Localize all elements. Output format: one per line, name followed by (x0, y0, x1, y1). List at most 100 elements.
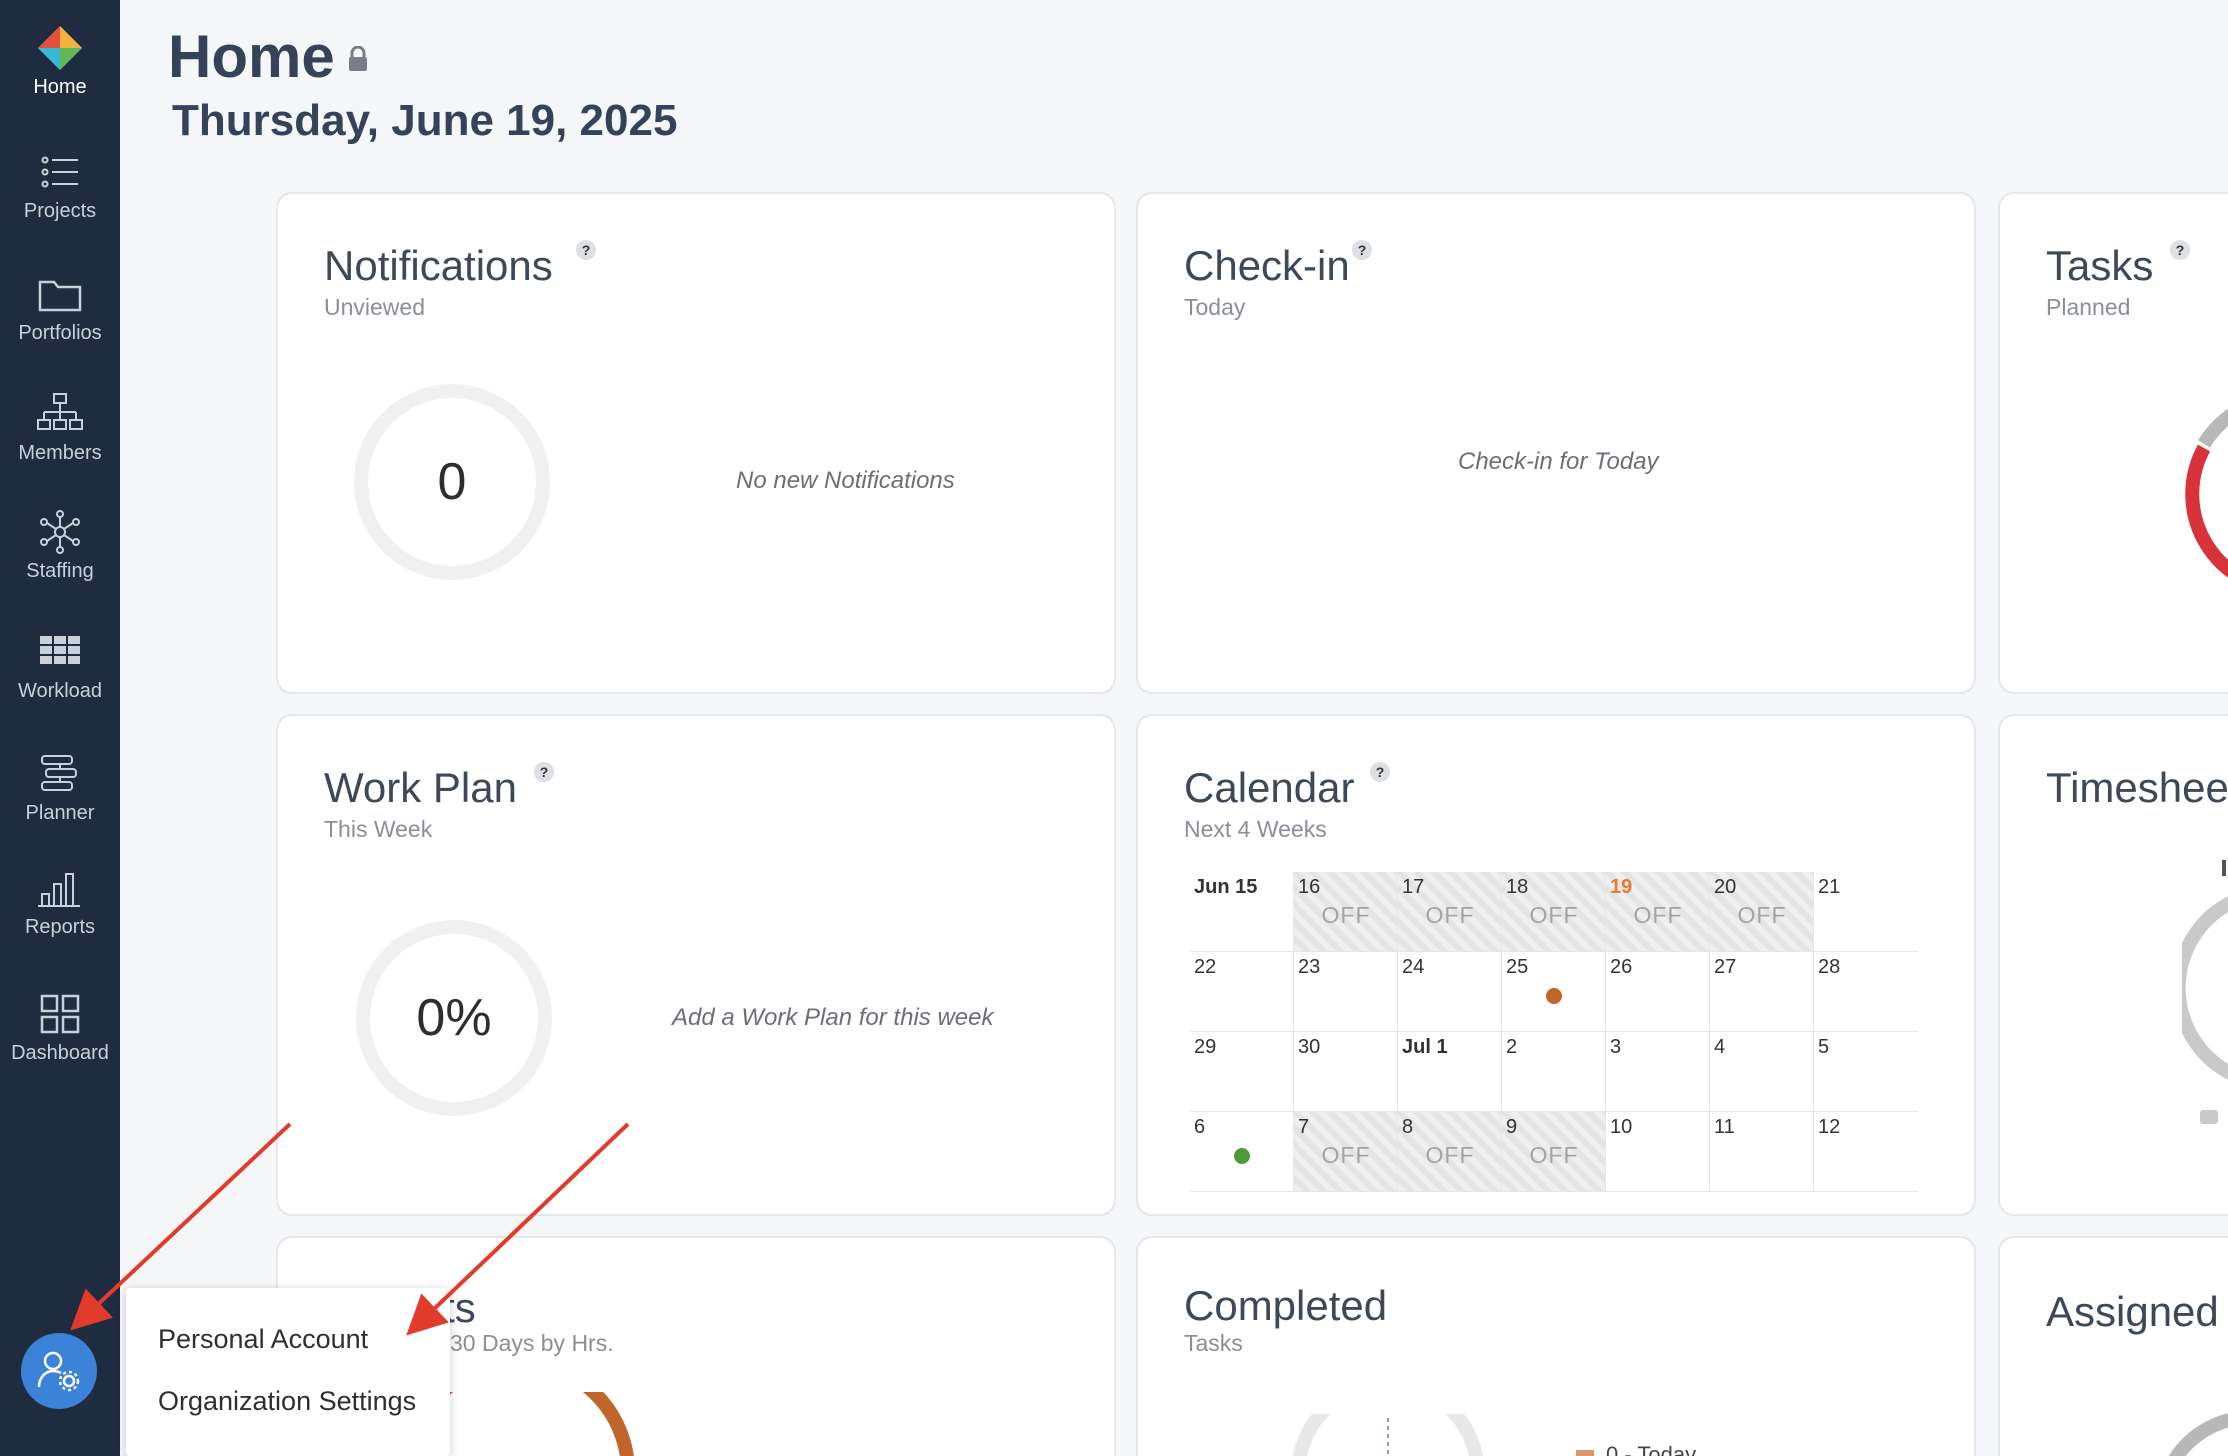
sidebar-item-label: Staffing (26, 560, 94, 582)
calendar-day-number: 29 (1194, 1036, 1217, 1058)
calendar-day-number: 26 (1610, 956, 1633, 978)
calendar-day[interactable]: 6 (1190, 1112, 1294, 1192)
completed-ring (1292, 1414, 1484, 1456)
card-subtitle: This Week (324, 816, 433, 842)
calendar-day[interactable]: Jul 1 (1398, 1032, 1502, 1112)
legend-label: 0 - Today (1606, 1442, 1697, 1456)
calendar-day-number: 3 (1610, 1036, 1622, 1058)
calendar-event-dot[interactable] (1234, 1148, 1250, 1164)
calendar-off-label: OFF (1529, 1142, 1579, 1168)
calendar-off-label: OFF (1529, 902, 1579, 928)
workplan-ring: 0% (356, 920, 552, 1116)
calendar-day[interactable]: 2 (1502, 1032, 1606, 1112)
card-title: Completed (1184, 1282, 1388, 1329)
settings-button[interactable] (21, 1333, 97, 1409)
sidebar-item-reports[interactable]: Reports (0, 864, 120, 939)
calendar-day-number: Jul 1 (1402, 1036, 1448, 1058)
planner-icon (41, 755, 77, 791)
card-subtitle: Today (1184, 294, 1246, 320)
calendar-day[interactable]: 29 (1190, 1032, 1294, 1112)
calendar-day-number: Jun 15 (1194, 876, 1258, 898)
grid-icon (40, 636, 80, 664)
page-date: Thursday, June 19, 2025 (172, 96, 678, 145)
tasks-card[interactable]: Tasks ? Planned (1998, 192, 2228, 694)
calendar-day[interactable]: 11 (1710, 1112, 1814, 1192)
help-icon[interactable]: ? (1352, 240, 1372, 260)
sidebar-item-dashboard[interactable]: Dashboard (0, 990, 120, 1065)
menu-item-organization-settings[interactable]: Organization Settings (158, 1386, 416, 1417)
card-title: Tasks (2046, 242, 2154, 289)
calendar-day-number: 25 (1506, 956, 1529, 978)
calendar-day[interactable]: 5 (1814, 1032, 1918, 1112)
calendar-day[interactable]: 3 (1606, 1032, 1710, 1112)
calendar-event-dot[interactable] (1546, 988, 1562, 1004)
calendar-day[interactable]: 22 (1190, 952, 1294, 1032)
assigned-card[interactable]: Assigned (1998, 1236, 2228, 1456)
empty-message: No new Notifications (736, 467, 955, 494)
sidebar-item-label: Projects (23, 200, 97, 222)
notifications-count: 0 (437, 453, 467, 511)
timesheet-card[interactable]: Timeshee (1998, 714, 2228, 1216)
calendar-day[interactable]: 24 (1398, 952, 1502, 1032)
calendar-day[interactable]: 19 OFF (1606, 872, 1710, 952)
checkin-card[interactable]: Check-in ? Today Check-in for Today (1136, 192, 1976, 694)
sidebar-item-workload[interactable]: Workload (0, 628, 120, 703)
calendar-day[interactable]: 21 (1814, 872, 1918, 952)
completed-card[interactable]: Completed Tasks 0 - Today (1136, 1236, 1976, 1456)
calendar-day[interactable]: 9 OFF (1502, 1112, 1606, 1192)
legend-swatch (1576, 1450, 1594, 1456)
calendar-day[interactable]: 28 (1814, 952, 1918, 1032)
calendar-day-number: 30 (1298, 1036, 1321, 1058)
calendar-day[interactable]: 10 (1606, 1112, 1710, 1192)
calendar-card[interactable]: Calendar ? Next 4 Weeks Jun 15 16 OFF 17 OFF… (1136, 714, 1976, 1216)
sidebar-item-home[interactable]: Home (0, 24, 120, 99)
sidebar-item-projects[interactable]: Projects (0, 148, 120, 223)
list-icon (41, 156, 78, 188)
calendar-day[interactable]: 4 (1710, 1032, 1814, 1112)
calendar-day[interactable]: 12 (1814, 1112, 1918, 1192)
calendar-day[interactable]: 17 OFF (1398, 872, 1502, 952)
calendar-day-number: 12 (1818, 1116, 1841, 1138)
calendar-day[interactable]: 27 (1710, 952, 1814, 1032)
notifications-ring: 0 (354, 384, 550, 580)
card-title: Check-in (1184, 242, 1350, 289)
calendar-day[interactable]: 20 OFF (1710, 872, 1814, 952)
calendar-day[interactable]: 16 OFF (1294, 872, 1398, 952)
notifications-card[interactable]: Notifications ? Unviewed 0 No new Notifi… (276, 192, 1116, 694)
card-title: Notifications (324, 242, 553, 289)
sidebar-item-members[interactable]: Members (0, 390, 120, 465)
calendar-day[interactable]: 25 (1502, 952, 1606, 1032)
org-chart-icon (37, 393, 83, 430)
calendar-day[interactable]: 8 OFF (1398, 1112, 1502, 1192)
user-settings-icon (37, 1351, 80, 1392)
calendar-day-number: 16 (1298, 876, 1321, 898)
sidebar-item-planner[interactable]: Planner (0, 750, 120, 825)
help-icon[interactable]: ? (534, 762, 554, 782)
menu-item-personal-account[interactable]: Personal Account (158, 1324, 368, 1355)
help-icon[interactable]: ? (576, 240, 596, 260)
help-icon[interactable]: ? (1370, 762, 1390, 782)
calendar-off-label: OFF (1737, 902, 1787, 928)
calendar-day[interactable]: 18 OFF (1502, 872, 1606, 952)
card-subtitle: Tasks (1184, 1330, 1243, 1356)
network-icon (40, 510, 80, 554)
calendar-day[interactable]: 7 OFF (1294, 1112, 1398, 1192)
add-workplan-link[interactable]: Add a Work Plan for this week (672, 1004, 993, 1032)
sidebar-item-portfolios[interactable]: Portfolios (0, 270, 120, 345)
sidebar-item-staffing[interactable]: Staffing (0, 508, 120, 583)
calendar-day[interactable]: 26 (1606, 952, 1710, 1032)
calendar-day-number: 24 (1402, 956, 1425, 978)
sidebar-item-label: Portfolios (18, 322, 102, 344)
card-title: Timeshee (2046, 764, 2228, 811)
calendar-day[interactable]: 30 (1294, 1032, 1398, 1112)
calendar-off-label: OFF (1321, 1142, 1371, 1168)
workplan-card[interactable]: Work Plan ? This Week 0% Add a Work Plan… (276, 714, 1116, 1216)
checkin-link[interactable]: Check-in for Today (1458, 448, 1659, 476)
page-title: Home (168, 23, 335, 90)
calendar-day[interactable]: 23 (1294, 952, 1398, 1032)
calendar-day[interactable]: Jun 15 (1190, 872, 1294, 952)
card-title: Work Plan (324, 764, 517, 811)
help-icon[interactable]: ? (2170, 240, 2190, 260)
bar-chart-icon (38, 873, 80, 907)
calendar-day-number: 22 (1194, 956, 1217, 978)
